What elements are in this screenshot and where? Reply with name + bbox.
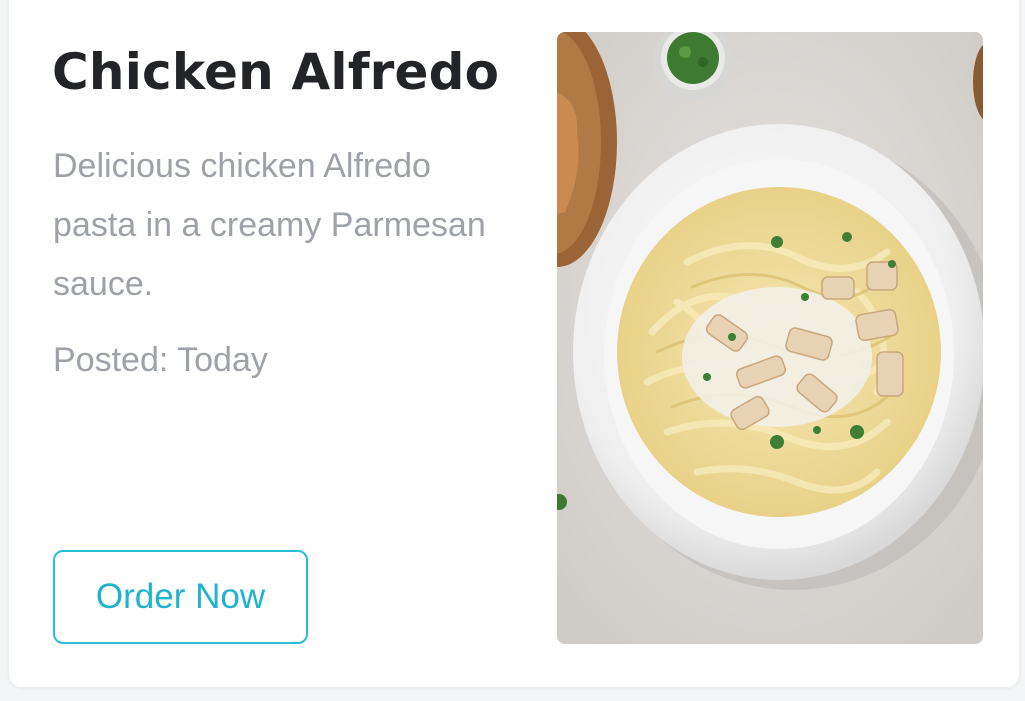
recipe-title: Chicken Alfredo <box>52 43 500 101</box>
order-now-button[interactable]: Order Now <box>53 550 308 644</box>
recipe-photo <box>557 32 983 644</box>
recipe-description: Delicious chicken Alfredo pasta in a cre… <box>53 147 486 303</box>
posted-date: Posted: Today <box>53 341 268 379</box>
food-photo-icon <box>557 32 983 644</box>
